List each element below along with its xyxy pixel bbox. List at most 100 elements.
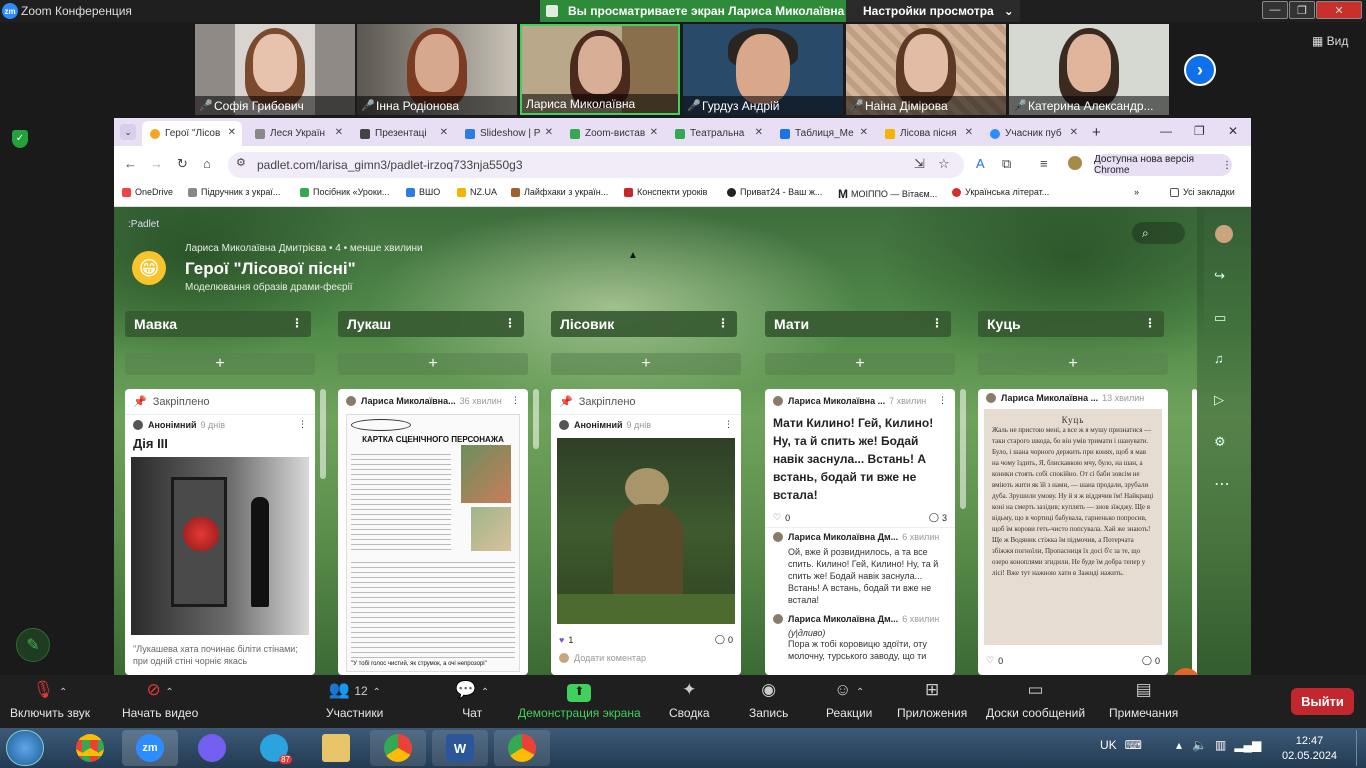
column-menu-icon[interactable]: ⋮ bbox=[717, 316, 729, 330]
post-image-door-roses[interactable] bbox=[131, 457, 309, 635]
signal-icon[interactable]: ▂▄▆ bbox=[1234, 738, 1261, 752]
bookmark-item[interactable]: Конспекти уроків bbox=[624, 187, 707, 197]
comment-icon[interactable]: ◯ bbox=[929, 512, 939, 523]
tab[interactable]: Презентаці ✕ bbox=[352, 121, 454, 146]
security-shield-icon[interactable]: ✓ bbox=[12, 130, 28, 148]
view-button[interactable]: ▦ Вид bbox=[1312, 34, 1348, 48]
participant-tile-active[interactable]: Лариса Миколаївна bbox=[520, 24, 680, 115]
taskbar-chrome[interactable] bbox=[62, 730, 118, 766]
extensions-icon[interactable]: ⧉ bbox=[1002, 156, 1011, 172]
heart-icon[interactable]: ♥ bbox=[559, 635, 564, 645]
reactions-button[interactable]: ☺ ⌃ Реакции bbox=[826, 680, 872, 720]
column-header-mavka[interactable]: Мавка ⋮ bbox=[125, 311, 311, 337]
site-info-icon[interactable]: ⚙ bbox=[236, 156, 246, 169]
bookmark-star-icon[interactable]: ☆ bbox=[938, 156, 950, 172]
tab[interactable]: Леся Україн ✕ bbox=[247, 121, 349, 146]
window-restore-icon[interactable]: ❐ bbox=[1194, 124, 1205, 138]
back-icon[interactable]: ← bbox=[124, 156, 137, 171]
taskbar-telegram[interactable]: 87 bbox=[246, 730, 302, 766]
bookmark-item[interactable]: OneDrive bbox=[122, 187, 173, 197]
next-page-arrow-icon[interactable]: › bbox=[1184, 54, 1216, 86]
post-menu-icon[interactable]: ⋮ bbox=[938, 395, 947, 406]
close-tab-icon[interactable]: ✕ bbox=[545, 127, 553, 138]
windows-start-icon[interactable] bbox=[6, 730, 44, 766]
add-post-button[interactable]: + bbox=[551, 353, 741, 375]
maximize-button[interactable]: ❐ bbox=[1289, 1, 1315, 19]
language-indicator[interactable]: UK bbox=[1100, 738, 1117, 752]
bookmark-item[interactable]: Приват24 - Ваш ж... bbox=[727, 187, 822, 197]
forward-icon[interactable]: → bbox=[150, 156, 163, 171]
participant-tile[interactable]: 🎤 Наіна Дімірова bbox=[846, 24, 1006, 115]
window-minimize-icon[interactable]: — bbox=[1160, 124, 1172, 138]
chrome-update-button[interactable]: Доступна нова версія Chrome ⋮ bbox=[1094, 154, 1232, 176]
tab-search-icon[interactable]: ⌄ bbox=[120, 124, 136, 140]
column-menu-icon[interactable]: ⋮ bbox=[291, 316, 303, 330]
search-icon[interactable]: ⌕ bbox=[1132, 222, 1185, 244]
tab[interactable]: Zoom-вистав ✕ bbox=[562, 121, 664, 146]
window-close-icon[interactable]: ✕ bbox=[1228, 124, 1238, 138]
comment-icon[interactable]: ◯ bbox=[715, 634, 725, 645]
column-header-lisovyk[interactable]: Лісовик ⋮ bbox=[551, 311, 737, 337]
share-icon[interactable]: ↪ bbox=[1214, 268, 1225, 284]
column-scrollbar[interactable] bbox=[960, 389, 966, 509]
tab[interactable]: Таблиця_Ме ✕ bbox=[772, 121, 874, 146]
column-scrollbar[interactable] bbox=[320, 389, 326, 479]
view-settings-dropdown[interactable]: Настройки просмотра ⌄ bbox=[846, 0, 1020, 22]
bookmark-item[interactable]: ВШО bbox=[406, 187, 440, 197]
post-card-maty[interactable]: Лариса Миколаївна ... 7 хвилин ⋮ Мати Кили… bbox=[765, 389, 955, 675]
close-tab-icon[interactable]: ✕ bbox=[650, 127, 658, 138]
install-app-icon[interactable]: ⇲ bbox=[914, 156, 925, 172]
add-post-button[interactable]: + bbox=[978, 353, 1168, 375]
column-header-maty[interactable]: Мати ⋮ bbox=[765, 311, 951, 337]
taskbar-clock[interactable]: 12:47 02.05.2024 bbox=[1282, 734, 1337, 764]
leave-meeting-button[interactable]: Выйти bbox=[1291, 688, 1354, 715]
post-menu-icon[interactable]: ⋮ bbox=[511, 395, 520, 406]
slideshow-icon[interactable]: ▭ bbox=[1214, 310, 1226, 326]
column-header-lukash[interactable]: Лукаш ⋮ bbox=[338, 311, 524, 337]
add-comment-row[interactable]: Додати коментар bbox=[551, 649, 741, 667]
post-menu-icon[interactable]: ⋮ bbox=[724, 419, 733, 430]
column-menu-icon[interactable]: ⋮ bbox=[1144, 316, 1156, 330]
bookmark-item[interactable]: M МОІППО — Вітаєм... bbox=[838, 187, 937, 201]
keyboard-icon[interactable]: ⌨ bbox=[1125, 738, 1142, 752]
close-tab-icon[interactable]: ✕ bbox=[335, 127, 343, 138]
volume-icon[interactable]: 🔈 bbox=[1192, 738, 1207, 752]
participant-tile[interactable]: 🎤 Софія Грибович bbox=[195, 24, 355, 115]
tab[interactable]: Учасник пуб ✕ bbox=[982, 121, 1084, 146]
close-tab-icon[interactable]: ✕ bbox=[440, 127, 448, 138]
bookmark-item[interactable]: Підручник з украї... bbox=[188, 187, 280, 197]
close-tab-icon[interactable]: ✕ bbox=[1070, 127, 1078, 138]
close-tab-icon[interactable]: ✕ bbox=[965, 127, 973, 138]
add-post-button[interactable]: + bbox=[338, 353, 528, 375]
media-controls-icon[interactable]: ≡ bbox=[1040, 156, 1048, 171]
post-image-forest-spirit[interactable] bbox=[557, 438, 735, 624]
annotate-pencil-icon[interactable]: ✎ bbox=[16, 628, 50, 662]
taskbar-zoom[interactable]: zm bbox=[122, 730, 178, 766]
chat-button[interactable]: 💬 ⌃ Чат bbox=[455, 680, 489, 720]
notifications-bell-icon[interactable]: ♫ bbox=[1214, 351, 1224, 366]
tab[interactable]: Slideshow | P ✕ bbox=[457, 121, 559, 146]
more-bookmarks-icon[interactable]: » bbox=[1134, 187, 1139, 197]
post-card-lisovyk[interactable]: 📌 Закріплено Анонімний 9 днів ⋮ ♥ 1 ◯ 0 Додати… bbox=[551, 389, 741, 675]
close-tab-icon[interactable]: ✕ bbox=[755, 127, 763, 138]
share-screen-button[interactable]: ⬆ Демонстрация экрана bbox=[518, 680, 641, 720]
settings-gear-icon[interactable]: ⚙ bbox=[1214, 434, 1226, 450]
column-menu-icon[interactable]: ⋮ bbox=[504, 316, 516, 330]
post-card-mavka[interactable]: 📌 Закріплено Анонімний 9 днів ⋮ Дія III "Лу… bbox=[125, 389, 315, 675]
padlet-logo[interactable]: :Padlet bbox=[128, 219, 159, 230]
participant-tile[interactable]: 🎤 Катерина Александр... bbox=[1009, 24, 1169, 115]
taskbar-explorer[interactable] bbox=[308, 730, 364, 766]
notes-button[interactable]: ▤ Примечания bbox=[1109, 680, 1178, 720]
bookmark-item[interactable]: Посібник «Уроки... bbox=[300, 187, 389, 197]
close-button[interactable]: ✕ bbox=[1316, 1, 1362, 19]
tray-expand-icon[interactable]: ▴ bbox=[1176, 738, 1182, 752]
new-tab-icon[interactable]: + bbox=[1092, 124, 1101, 141]
column-scrollbar[interactable] bbox=[533, 389, 539, 449]
column-menu-icon[interactable]: ⋮ bbox=[931, 316, 943, 330]
post-menu-icon[interactable]: ⋮ bbox=[298, 419, 307, 430]
character-card-document[interactable]: КАРТКА СЦЕНІЧНОГО ПЕРСОНАЖА "У тобі голо… bbox=[346, 414, 520, 672]
reload-icon[interactable]: ↻ bbox=[177, 156, 188, 172]
minimize-button[interactable]: — bbox=[1262, 1, 1288, 19]
close-tab-icon[interactable]: ✕ bbox=[228, 127, 236, 138]
show-desktop-button[interactable] bbox=[1356, 730, 1366, 766]
